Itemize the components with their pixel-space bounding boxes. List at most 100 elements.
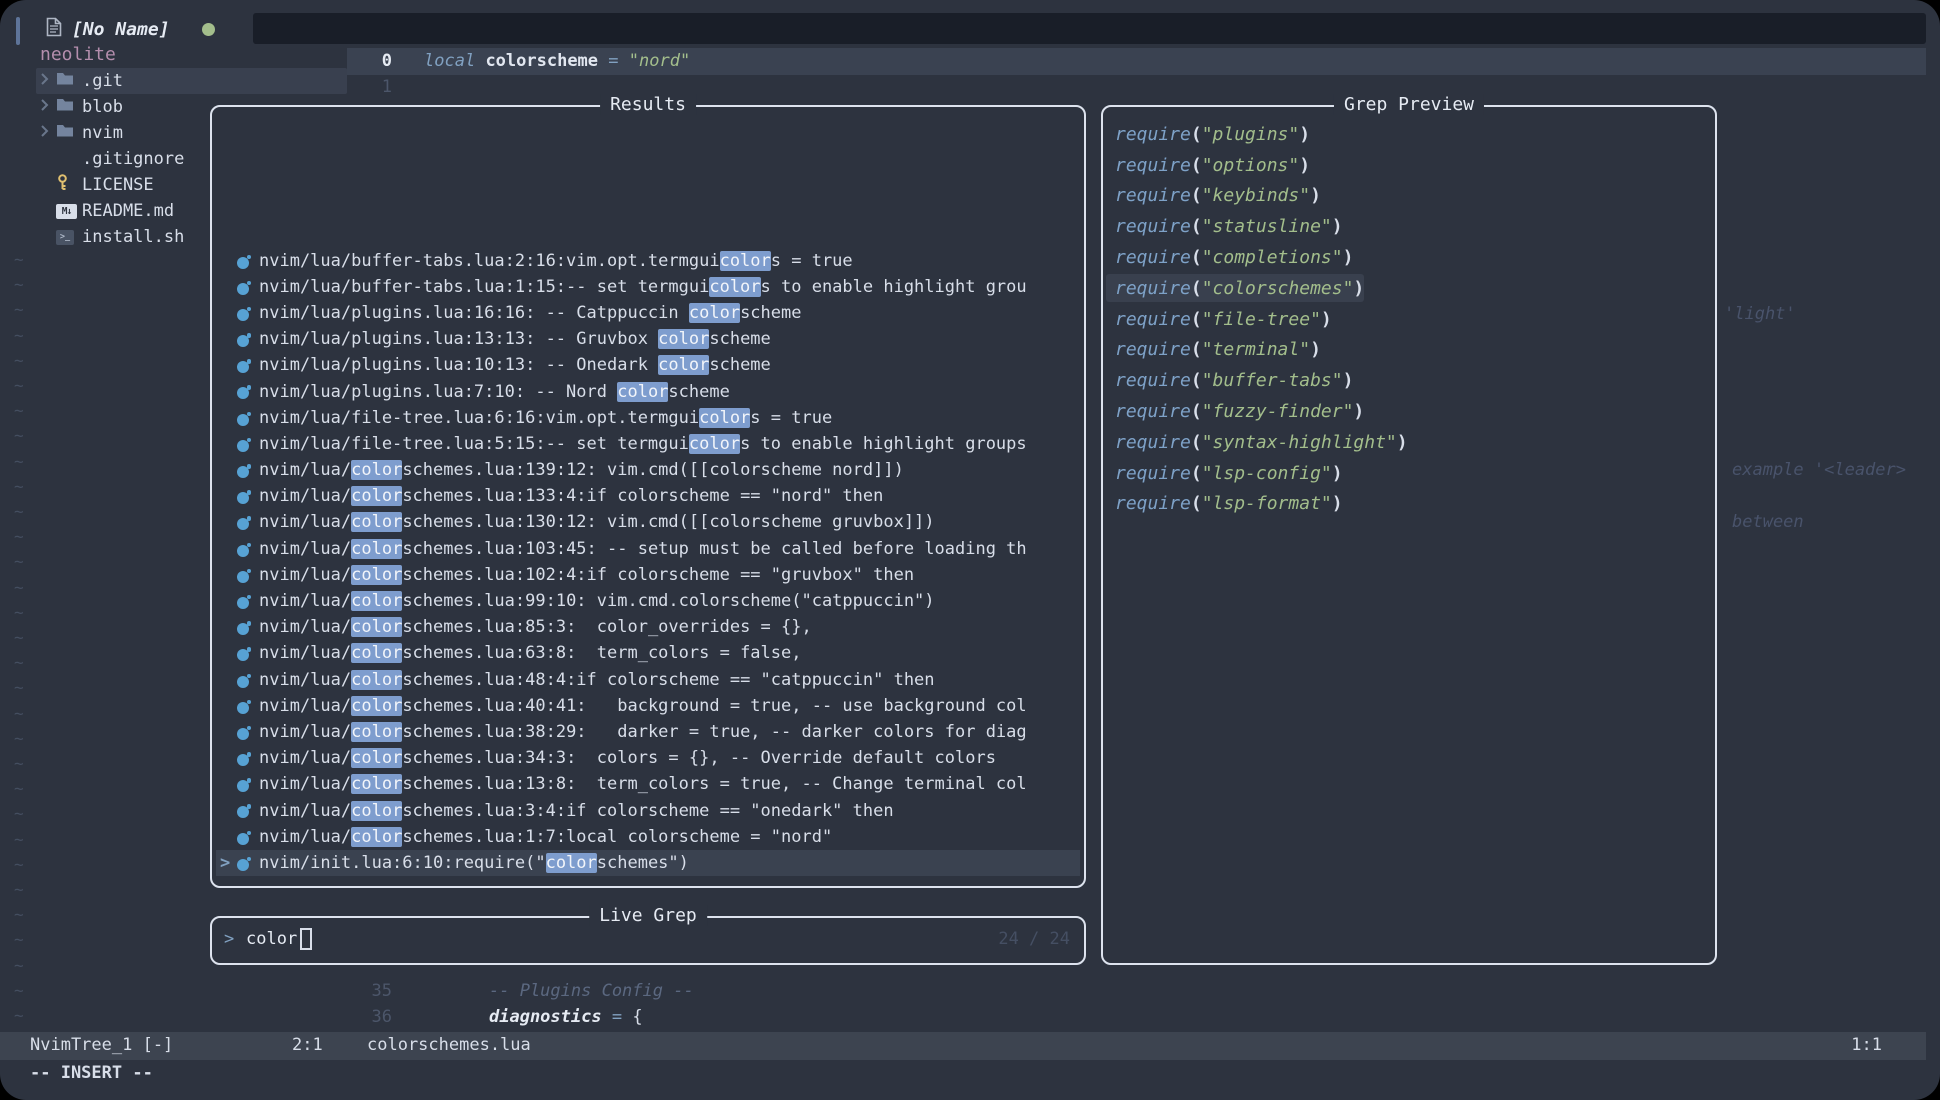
code-token: "nord" [629,51,690,71]
empty-line-tilde: ~ [14,801,24,826]
empty-line-tilde: ~ [14,373,24,398]
result-row[interactable]: >nvim/lua/colorschemes.lua:99:10: vim.cm… [212,588,1084,614]
result-text: nvim/lua/plugins.lua:16:16: -- Catppucci… [259,303,801,323]
result-text: nvim/lua/plugins.lua:13:13: -- Gruvbox c… [259,329,771,349]
empty-line-tilde: ~ [14,449,24,474]
paren: ( [1191,124,1202,145]
result-row[interactable]: >nvim/lua/colorschemes.lua:85:3: color_o… [212,614,1084,640]
result-text: nvim/init.lua:6:10:require("colorschemes… [259,853,689,873]
result-row[interactable]: >nvim/lua/colorschemes.lua:63:8: term_co… [212,640,1084,666]
empty-line-tilde: ~ [14,524,24,549]
module-string: "buffer-tabs" [1202,370,1343,391]
require-keyword: require [1115,463,1191,484]
result-row[interactable]: >nvim/lua/colorschemes.lua:38:29: darker… [212,719,1084,745]
empty-line-tilde: ~ [14,499,24,524]
statusline-buffer-name: NvimTree_1 [-] [30,1035,173,1055]
match-highlight: color [689,434,740,454]
lua-icon [237,516,251,530]
lua-icon [237,620,251,640]
tab-no-name[interactable]: [No Name] [46,12,215,46]
result-row[interactable]: >nvim/lua/colorschemes.lua:13:8: term_co… [212,771,1084,797]
result-row[interactable]: >nvim/lua/plugins.lua:13:13: -- Gruvbox … [212,326,1084,352]
lua-icon [237,725,251,745]
paren: ) [1332,216,1343,237]
match-highlight: color [709,277,760,297]
lua-icon [237,831,251,845]
chevron-right-icon [40,123,49,143]
module-string: "terminal" [1202,339,1310,360]
result-text: nvim/lua/file-tree.lua:5:15:-- set termg… [259,434,1027,454]
terminal-icon: >_ [56,230,74,245]
match-highlight: color [351,827,402,847]
paren: ) [1343,247,1354,268]
grep-preview-window: Grep Preview require("plugins")require("… [1101,105,1717,965]
code-token [622,1007,632,1027]
result-row[interactable]: >nvim/lua/file-tree.lua:6:16:vim.opt.ter… [212,405,1084,431]
result-row[interactable]: >nvim/lua/colorschemes.lua:40:41: backgr… [212,693,1084,719]
lua-icon [237,569,251,583]
text-cursor [300,928,312,950]
results-list: >nvim/lua/buffer-tabs.lua:2:16:vim.opt.t… [212,248,1084,877]
result-row[interactable]: >nvim/lua/colorschemes.lua:130:12: vim.c… [212,509,1084,535]
empty-line-tilde: ~ [14,827,24,852]
lua-icon [237,830,251,850]
empty-line-tilde: ~ [14,852,24,877]
match-highlight: color [351,643,402,663]
lua-icon [237,700,251,714]
paren: ( [1191,155,1202,176]
result-row[interactable]: >nvim/lua/plugins.lua:7:10: -- Nord colo… [212,378,1084,404]
empty-line-tilde: ~ [14,323,24,348]
match-highlight: color [351,565,402,585]
lua-icon [237,777,251,797]
selection-caret-icon: > [220,853,230,873]
lua-icon [237,804,251,818]
result-text: nvim/lua/colorschemes.lua:13:8: term_col… [259,774,1027,794]
require-keyword: require [1115,185,1191,206]
result-row[interactable]: >nvim/lua/colorschemes.lua:3:4:if colors… [212,797,1084,823]
git-diamond-icon [56,149,59,169]
result-row[interactable]: >nvim/lua/buffer-tabs.lua:1:15:-- set te… [212,274,1084,300]
match-highlight: color [351,591,402,611]
lua-icon [237,254,251,274]
result-text: nvim/lua/colorschemes.lua:103:45: -- set… [259,539,1027,559]
result-text: nvim/lua/colorschemes.lua:3:4:if colorsc… [259,801,894,821]
code-token [602,1007,612,1027]
lua-icon [237,464,251,478]
result-row[interactable]: >nvim/lua/plugins.lua:10:13: -- Onedark … [212,352,1084,378]
result-row[interactable]: > nvim/init.lua:6:10:require("colorscheme… [212,850,1084,876]
empty-line-tilde: ~ [14,726,24,751]
result-row[interactable]: >nvim/lua/colorschemes.lua:139:12: vim.c… [212,457,1084,483]
match-highlight: color [351,617,402,637]
result-row[interactable]: >nvim/lua/plugins.lua:16:16: -- Catppucc… [212,300,1084,326]
lua-icon [237,412,251,426]
empty-line-tilde: ~ [14,1003,24,1028]
search-input[interactable]: color [246,929,297,949]
preview-line: require("statusline") [1103,211,1715,242]
require-keyword: require [1115,493,1191,514]
module-string: "file-tree" [1202,309,1321,330]
paren: ( [1191,309,1202,330]
preview-line: require("keybinds") [1103,181,1715,212]
lua-icon [237,515,251,535]
result-row[interactable]: >nvim/lua/colorschemes.lua:34:3: colors … [212,745,1084,771]
filetree-item--git[interactable]: .git [36,68,347,94]
paren: ) [1343,370,1354,391]
tab-label: [No Name] [72,19,170,40]
empty-line-tilde: ~ [14,902,24,927]
match-highlight: color [351,696,402,716]
result-row[interactable]: >nvim/lua/colorschemes.lua:48:4:if color… [212,667,1084,693]
tabline-left-indicator [16,17,20,45]
lua-icon [237,306,251,326]
result-text: nvim/lua/colorschemes.lua:48:4:if colors… [259,670,935,690]
result-row[interactable]: >nvim/lua/colorschemes.lua:102:4:if colo… [212,562,1084,588]
result-row[interactable]: >nvim/lua/buffer-tabs.lua:2:16:vim.opt.t… [212,248,1084,274]
grep-preview-lines: require("plugins")require("options")requ… [1103,119,1715,519]
result-row[interactable]: >nvim/lua/colorschemes.lua:1:7:local col… [212,824,1084,850]
result-text: nvim/lua/colorschemes.lua:130:12: vim.cm… [259,512,935,532]
result-row[interactable]: >nvim/lua/colorschemes.lua:133:4:if colo… [212,483,1084,509]
result-row[interactable]: >nvim/lua/file-tree.lua:5:15:-- set term… [212,431,1084,457]
filetree-item-label: blob [82,97,123,117]
match-highlight: color [658,355,709,375]
match-highlight: color [351,748,402,768]
result-row[interactable]: >nvim/lua/colorschemes.lua:103:45: -- se… [212,536,1084,562]
